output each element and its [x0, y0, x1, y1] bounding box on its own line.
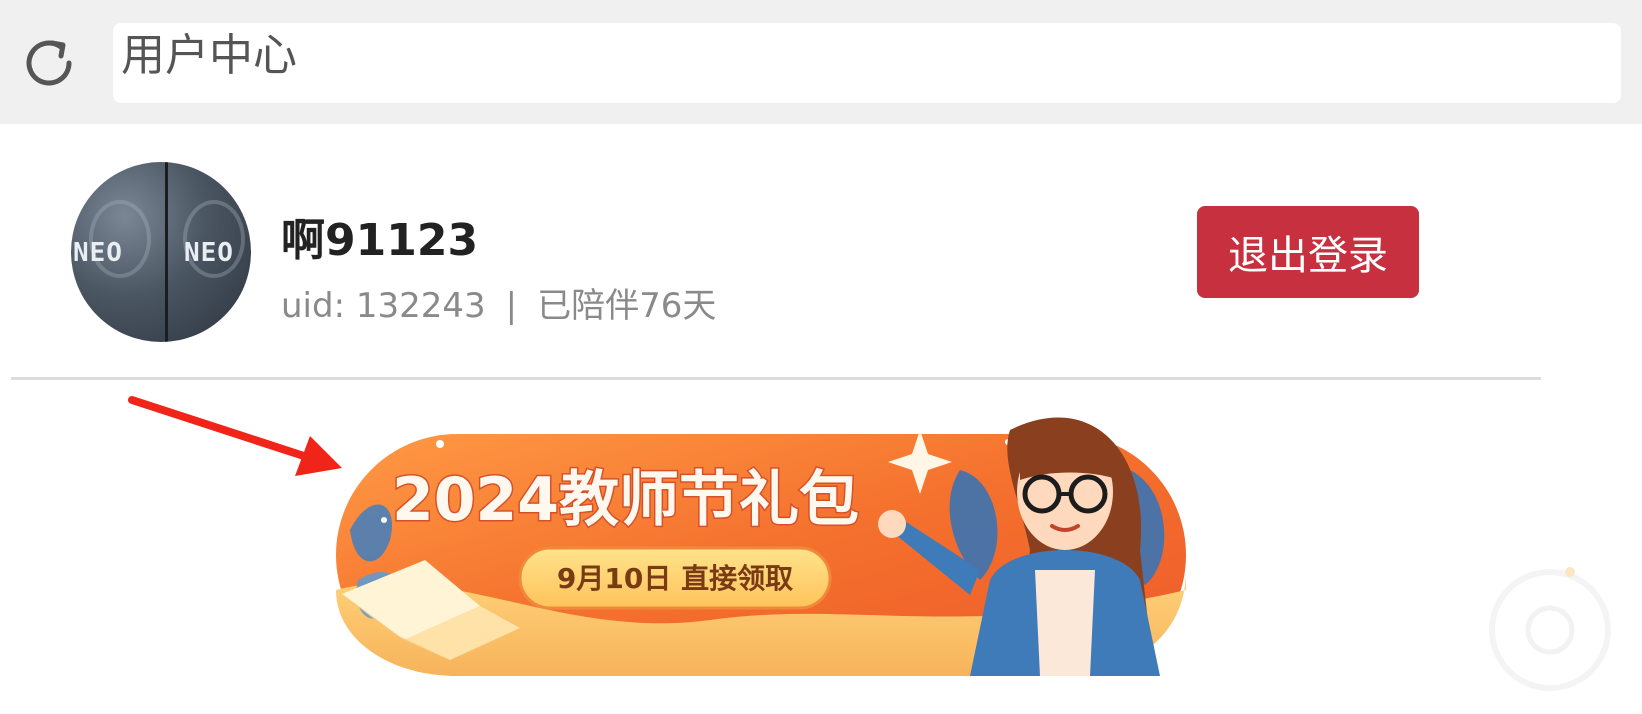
divider [11, 377, 1541, 380]
days-label: 已陪伴76天 [537, 286, 717, 326]
teacher-day-banner[interactable]: 2024教师节礼包 9月10日 直接领取 [330, 410, 1230, 710]
avatar-text: NEO [184, 238, 234, 268]
banner-subtitle: 9月10日 直接领取 [557, 562, 793, 595]
avatar-text: NEO [73, 238, 123, 268]
floating-widget-icon[interactable] [1470, 550, 1630, 704]
avatar-seam [165, 162, 168, 342]
logout-button[interactable]: 退出登录 [1197, 206, 1419, 298]
meta-separator: | [505, 286, 518, 326]
uid-label: uid: 132243 [281, 286, 486, 326]
username: 啊91123 [281, 215, 479, 266]
user-meta: uid: 132243 | 已陪伴76天 [281, 278, 716, 327]
avatar[interactable]: NEO NEO [71, 162, 251, 342]
banner-title: 2024教师节礼包 [392, 465, 859, 535]
refresh-icon[interactable] [20, 34, 78, 92]
browser-toolbar [0, 0, 1642, 124]
address-input[interactable] [113, 23, 1621, 103]
arrow-icon [120, 392, 360, 486]
profile-section: NEO NEO 啊91123 uid: 132243 | 已陪伴76天 退出登录 [0, 124, 1642, 380]
